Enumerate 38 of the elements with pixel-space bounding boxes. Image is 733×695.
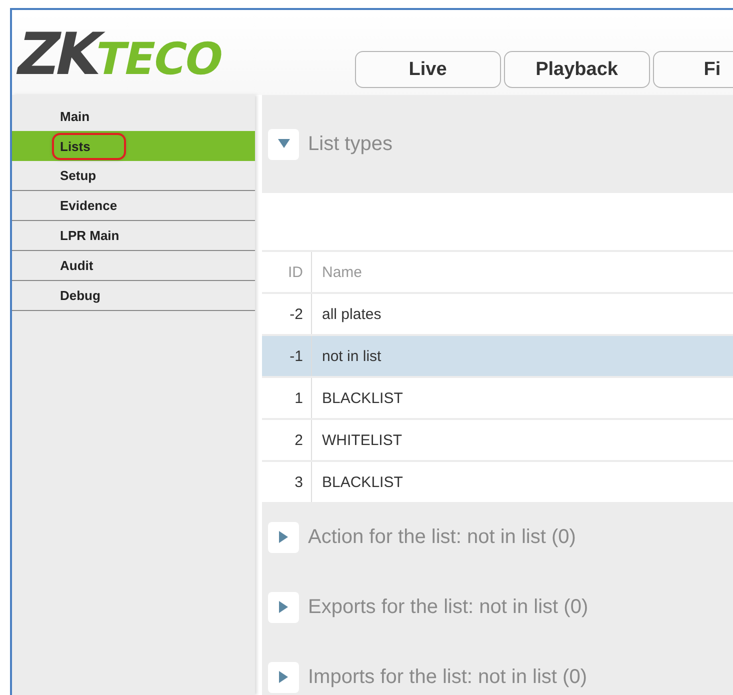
table-cell: 3 [262,462,312,502]
expand-toggle[interactable] [268,662,299,692]
table-cell-text: BLACKLIST [321,474,403,490]
table-cell: 1 [262,378,312,418]
table-cell-text: WHITELIST [321,432,402,448]
table-cell: -1 [262,336,312,376]
section-title: Imports for the list: not in list (0) [308,666,587,688]
table-cell-text: BLACKLIST [321,390,403,406]
nav-tab[interactable]: Playback [504,51,650,88]
collapse-toggle[interactable] [268,128,299,160]
triangle-right-icon [278,671,288,683]
section-title: Action for the list: not in list (0) [308,526,576,548]
section-title: Exports for the list: not in list (0) [308,596,588,618]
table-row[interactable]: -1 not in list [262,334,733,376]
logo: ZKTECO [12,25,228,83]
sidebar-item[interactable]: Evidence [12,191,255,221]
table-cell-text: not in list [321,348,382,364]
column-header: ID [262,252,312,292]
triangle-down-icon [278,139,290,149]
sidebar-item[interactable]: Debug [12,281,255,311]
triangle-right-icon [278,601,288,613]
triangle-right-icon [278,531,288,543]
sidebar-item[interactable]: LPR Main [12,221,255,251]
table-row[interactable]: 3 BLACKLIST [262,460,733,502]
sidebar-item[interactable]: Setup [12,161,255,191]
sidebar-item[interactable]: Lists [12,131,255,161]
expand-toggle[interactable] [268,592,299,622]
table-cell-text: all plates [321,306,382,322]
nav-tab[interactable]: Live [354,51,501,88]
table-row[interactable]: 2 WHITELIST [262,418,733,460]
sidebar-item[interactable]: Audit [12,251,255,281]
sidebar-item[interactable]: Main [12,101,255,131]
table-cell: 2 [262,420,312,460]
column-header: Name [321,264,362,280]
nav-tab[interactable]: Fi [652,51,733,88]
expand-toggle[interactable] [268,522,299,552]
table-row[interactable]: 1 BLACKLIST [262,376,733,418]
section-title: List types [308,132,392,156]
